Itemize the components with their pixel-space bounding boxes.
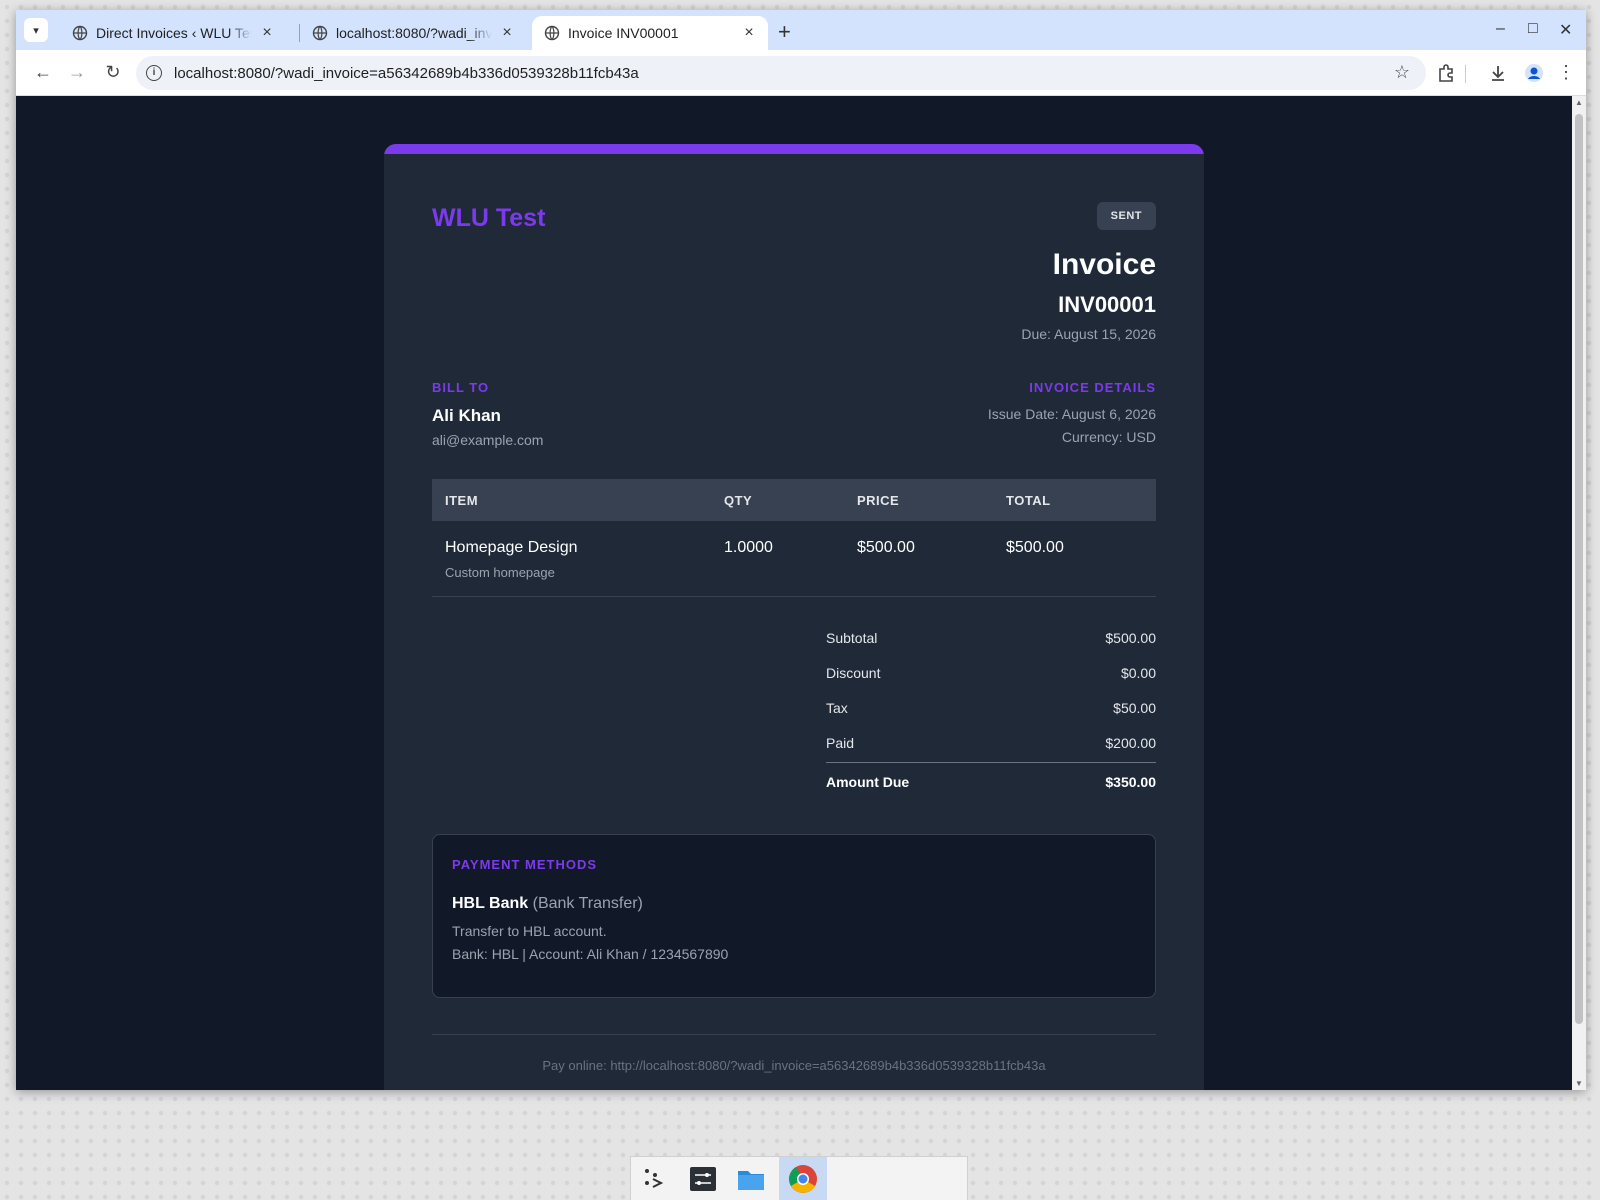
- globe-icon: [72, 25, 88, 41]
- payment-bank-name: HBL Bank: [452, 895, 529, 912]
- page-viewport: WLU Test SENT Invoice INV00001 Due: Augu…: [16, 96, 1586, 1090]
- card-accent-bar: [384, 144, 1204, 154]
- forward-icon[interactable]: →: [66, 62, 88, 83]
- chevron-down-icon: ▾: [33, 24, 39, 37]
- tab-direct-invoices[interactable]: Direct Invoices ‹ WLU Test — WordPress ×: [60, 16, 286, 50]
- tab-localhost[interactable]: localhost:8080/?wadi_invoice=a56342689b4…: [300, 16, 526, 50]
- issue-date: Issue Date: August 6, 2026: [987, 406, 1156, 422]
- back-icon[interactable]: ←: [32, 62, 54, 83]
- line-items-table: ITEM QTY PRICE TOTAL Homepage Design Cus…: [432, 479, 1156, 597]
- site-info-icon[interactable]: i: [146, 65, 162, 81]
- app-launcher-icon[interactable]: [637, 1163, 669, 1195]
- address-bar[interactable]: i localhost:8080/?wadi_invoice=a56342689…: [136, 56, 1426, 90]
- tax-row: Tax $50.00: [826, 692, 1156, 727]
- bookmark-star-icon[interactable]: ☆: [1394, 62, 1410, 83]
- download-icon[interactable]: [1488, 63, 1508, 83]
- company-name: WLU Test: [432, 204, 546, 232]
- table-row: Homepage Design Custom homepage 1.0000 $…: [432, 521, 1156, 597]
- invoice-title: Invoice: [1052, 248, 1156, 281]
- new-tab-button[interactable]: +: [778, 19, 791, 45]
- item-description: Custom homepage: [445, 565, 555, 580]
- payment-bank-details: Bank: HBL | Account: Ali Khan / 12345678…: [452, 946, 729, 962]
- globe-icon: [544, 25, 560, 41]
- invoice-details-label: INVOICE DETAILS: [1029, 380, 1156, 395]
- settings-app-icon[interactable]: [687, 1163, 719, 1195]
- item-price: $500.00: [857, 539, 915, 556]
- tab-title: Direct Invoices ‹ WLU Test — WordPress: [96, 25, 252, 41]
- amount-due-row: Amount Due $350.00: [826, 762, 1156, 800]
- browser-toolbar: ← → ↻ i localhost:8080/?wadi_invoice=a56…: [16, 50, 1586, 96]
- column-header-qty: QTY: [724, 493, 753, 508]
- close-window-icon[interactable]: ✕: [1559, 20, 1572, 40]
- payment-method-type: (Bank Transfer): [532, 895, 643, 912]
- client-email: ali@example.com: [432, 432, 544, 448]
- extensions-icon[interactable]: [1436, 63, 1456, 83]
- browser-window: ▾ Direct Invoices ‹ WLU Test — WordPress…: [16, 10, 1586, 1090]
- paid-row: Paid $200.00: [826, 727, 1156, 762]
- tax-value: $50.00: [1113, 700, 1156, 716]
- page-scrollbar[interactable]: ▲ ▼: [1572, 96, 1586, 1090]
- item-name: Homepage Design: [445, 539, 578, 556]
- subtotal-value: $500.00: [1105, 630, 1156, 646]
- currency: Currency: USD: [1061, 429, 1156, 445]
- scrollbar-thumb[interactable]: [1575, 114, 1583, 1024]
- due-date: Due: August 15, 2026: [1021, 326, 1156, 342]
- status-badge: SENT: [1096, 202, 1156, 230]
- maximize-icon[interactable]: □: [1528, 20, 1538, 38]
- bill-to-label: BILL TO: [432, 380, 490, 395]
- paid-value: $200.00: [1105, 735, 1156, 751]
- tab-title: localhost:8080/?wadi_invoice=a56342689b4…: [336, 25, 492, 41]
- scroll-up-icon[interactable]: ▲: [1575, 98, 1583, 107]
- globe-icon: [312, 25, 328, 41]
- payment-methods-label: PAYMENT METHODS: [452, 857, 598, 872]
- footer-divider: [432, 1034, 1156, 1035]
- invoice-number: INV00001: [1058, 292, 1156, 317]
- reload-icon[interactable]: ↻: [102, 62, 124, 83]
- discount-label: Discount: [826, 665, 881, 681]
- tab-invoice[interactable]: Invoice INV00001 ×: [532, 16, 768, 50]
- tab-strip: ▾ Direct Invoices ‹ WLU Test — WordPress…: [16, 10, 1586, 50]
- amount-due-label: Amount Due: [826, 774, 910, 790]
- url-text[interactable]: localhost:8080/?wadi_invoice=a56342689b4…: [174, 65, 639, 82]
- invoice-card: WLU Test SENT Invoice INV00001 Due: Augu…: [384, 144, 1204, 1090]
- profile-avatar-icon[interactable]: [1524, 63, 1544, 83]
- payment-methods-box: PAYMENT METHODS HBL Bank (Bank Transfer)…: [432, 834, 1156, 998]
- toolbar-divider: [1465, 65, 1466, 83]
- tab-list-button[interactable]: ▾: [24, 18, 48, 42]
- taskbar: [630, 1156, 968, 1200]
- discount-row: Discount $0.00: [826, 657, 1156, 692]
- files-app-icon[interactable]: [735, 1163, 767, 1195]
- payment-description: Transfer to HBL account.: [452, 923, 607, 939]
- tax-label: Tax: [826, 700, 848, 716]
- subtotal-label: Subtotal: [826, 630, 878, 646]
- scroll-down-icon[interactable]: ▼: [1575, 1079, 1583, 1088]
- discount-value: $0.00: [1120, 665, 1156, 681]
- tab-title: Invoice INV00001: [568, 25, 679, 41]
- close-tab-icon[interactable]: ×: [258, 24, 276, 42]
- column-header-item: ITEM: [445, 493, 479, 508]
- menu-icon[interactable]: ⋮: [1557, 62, 1575, 83]
- payment-method-name: HBL Bank (Bank Transfer): [452, 895, 643, 913]
- paid-label: Paid: [826, 735, 855, 751]
- amount-due-value: $350.00: [1105, 774, 1156, 790]
- table-header: ITEM QTY PRICE TOTAL: [432, 479, 1156, 521]
- item-total: $500.00: [1006, 539, 1064, 556]
- column-header-price: PRICE: [857, 493, 900, 508]
- subtotal-row: Subtotal $500.00: [826, 622, 1156, 657]
- item-qty: 1.0000: [724, 539, 773, 556]
- minimize-icon[interactable]: –: [1496, 20, 1505, 38]
- close-tab-icon[interactable]: ×: [740, 24, 758, 42]
- pay-online-link[interactable]: Pay online: http://localhost:8080/?wadi_…: [432, 1058, 1156, 1073]
- chrome-app-icon[interactable]: [787, 1163, 819, 1195]
- column-header-total: TOTAL: [1006, 493, 1051, 508]
- client-name: Ali Khan: [432, 406, 501, 425]
- totals-section: Subtotal $500.00 Discount $0.00 Tax $50.…: [826, 622, 1156, 800]
- close-tab-icon[interactable]: ×: [498, 24, 516, 42]
